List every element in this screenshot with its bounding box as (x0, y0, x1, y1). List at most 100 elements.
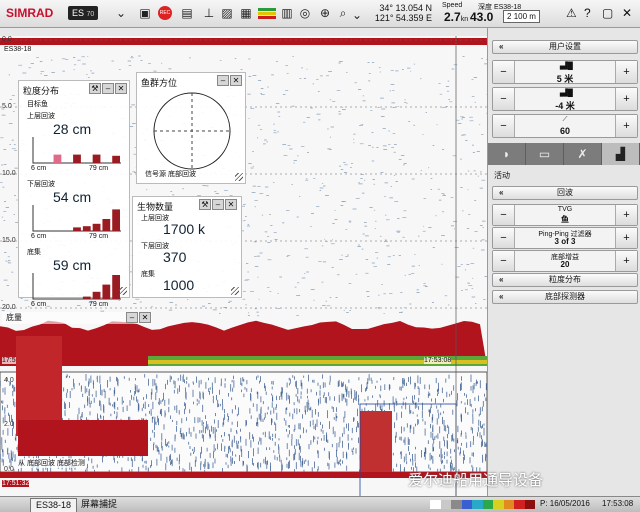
minus-button[interactable]: − (493, 205, 515, 225)
axis-min: 6 cm (31, 301, 47, 308)
bottom-volume-panel[interactable]: 底量 – ✕ (2, 312, 152, 324)
speed-readout: 2.7kn (444, 10, 468, 24)
settings-icon[interactable]: ⚒ (199, 199, 211, 210)
panel-title: 粒度分布 (23, 86, 60, 96)
ping-filter-stepper[interactable]: − Ping-Ping 过滤器 3 of 3 + (492, 227, 638, 249)
minimize-icon[interactable]: ▢ (602, 6, 613, 20)
stepper-value: 20 (560, 260, 570, 269)
resize-handle[interactable] (231, 287, 239, 295)
side-panel: «用户设置 − ▗▟█ 5 米 + − ▗▟█ -4 米 + − ⟋ 60 + … (487, 28, 640, 496)
range-box[interactable]: 2 100 m (503, 10, 540, 23)
user-settings-button[interactable]: « 用户设置 (492, 40, 638, 54)
help-icon[interactable]: ? (584, 6, 591, 20)
resize-handle[interactable] (235, 173, 243, 181)
model-name: ES (72, 8, 85, 18)
minus-button[interactable]: − (493, 251, 515, 271)
minus-button[interactable]: − (493, 228, 515, 248)
tab-screen-capture[interactable]: 屏幕捕捉 (76, 498, 122, 512)
tab-layout[interactable]: ▟ (602, 143, 640, 165)
model-badge: ES 70 (68, 6, 99, 20)
button-label: 底部探测器 (545, 292, 585, 301)
display-icon[interactable]: ▤ (178, 4, 196, 22)
warning-icon[interactable]: ⚠ (566, 6, 577, 20)
plus-button[interactable]: + (615, 251, 637, 271)
stepper-value: -4 米 (555, 101, 575, 111)
speed-unit: kn (460, 16, 469, 23)
stepper-title: TVG (557, 206, 573, 213)
tab-signal[interactable]: ◗ (488, 143, 526, 165)
tab-tools[interactable]: ✗ (564, 143, 602, 165)
record-label: REC (158, 6, 172, 20)
plus-button[interactable]: + (615, 88, 637, 110)
histogram-bar (82, 296, 91, 299)
resize-handle[interactable] (119, 287, 127, 295)
size-value: 28 cm (53, 121, 92, 137)
plus-button[interactable]: + (615, 115, 637, 137)
color-scale-bar (430, 500, 535, 509)
chevron-left-icon: « (499, 42, 504, 51)
biomass-panel[interactable]: 生物数量 ⚒ – ✕ 上层回波 1700 k 下层回波 370 底集 1000 (132, 196, 242, 298)
minimize-icon[interactable]: – (126, 312, 138, 323)
layer-label: 下层回波 (27, 181, 55, 188)
panel-buttons: ⚒ – ✕ (199, 199, 237, 210)
echo-button[interactable]: « 回波 (492, 186, 638, 200)
size-distribution-button[interactable]: « 粒度分布 (492, 273, 638, 287)
histogram-bar (53, 154, 62, 163)
stepper-value: 鱼 (561, 215, 569, 224)
depth-tick: 15.0 (2, 237, 16, 244)
model-number: 70 (86, 11, 95, 18)
tvg-stepper[interactable]: − TVG 鱼 + (492, 204, 638, 226)
minimize-icon[interactable]: – (212, 199, 224, 210)
offset-stepper[interactable]: − ▗▟█ -4 米 + (492, 87, 638, 111)
depth-stepper[interactable]: − ▗▟█ 5 米 + (492, 60, 638, 84)
channel-label: ES38-18 (4, 46, 32, 53)
minus-button[interactable]: − (493, 61, 515, 83)
close-icon[interactable]: ✕ (139, 312, 151, 323)
axis-max: 79 cm (89, 165, 109, 172)
grid-icon[interactable]: ▦ (237, 4, 255, 22)
minus-button[interactable]: − (493, 88, 515, 110)
layer-label: 上层回波 (27, 113, 55, 120)
chevron-down-icon[interactable]: ⌄ (112, 4, 130, 22)
bottom-detector-button[interactable]: « 底部探测器 (492, 290, 638, 304)
close-icon[interactable]: ✕ (225, 199, 237, 210)
latitude: 34° 13.054 (379, 3, 423, 13)
dial-icon[interactable]: ◎ (296, 4, 314, 22)
tab-channel[interactable]: ES38-18 (30, 498, 78, 512)
depth-number: 43.0 (470, 10, 494, 24)
zoom-icon[interactable]: ⊕ (316, 4, 334, 22)
record-button[interactable]: REC (156, 4, 174, 22)
tab-display[interactable]: ▭ (526, 143, 564, 165)
depth-tick: 0.0 (2, 36, 12, 43)
histogram-bar (82, 226, 91, 231)
time-label: 17:53:08 (424, 357, 452, 364)
time-label: 17:51:32 (2, 480, 30, 487)
size-histogram (32, 205, 121, 232)
app-window: SIMRAD ES 70 ⌄ ▣ REC ▤ ⊥ ▨ ▦ ▥ ◎ ⊕ ⌕ ⌄ 3… (0, 0, 640, 512)
bar-chart-icon[interactable]: ▥ (278, 4, 296, 22)
status-bar: ES38-18 屏幕捕捉 P: 16/05/2016 17:53:08 (0, 496, 640, 512)
close-icon[interactable]: ✕ (115, 83, 127, 94)
angle-stepper[interactable]: − ⟋ 60 + (492, 114, 638, 138)
plus-button[interactable]: + (615, 61, 637, 83)
school-position-panel[interactable]: 鱼群方位 – ✕ 信号源 底部回波 (136, 72, 246, 184)
stepper-value: 3 of 3 (554, 237, 576, 246)
camera-icon[interactable]: ▣ (136, 4, 154, 22)
plus-button[interactable]: + (615, 228, 637, 248)
bottom-gain-stepper[interactable]: − 底部增益 20 + (492, 250, 638, 272)
panel-title: 生物数量 (137, 202, 174, 212)
position-readout: 34° 13.054 N 121° 54.359 E (358, 3, 432, 23)
image-icon[interactable]: ▨ (218, 4, 236, 22)
minus-button[interactable]: − (493, 115, 515, 137)
button-label: 回波 (557, 188, 573, 197)
pin-icon[interactable]: ⊥ (200, 4, 218, 22)
close-icon[interactable]: ✕ (622, 6, 632, 20)
plus-button[interactable]: + (615, 205, 637, 225)
histogram-bar (112, 155, 120, 163)
lower-depth-tick: 4.0 (4, 377, 14, 384)
settings-icon[interactable]: ⚒ (89, 83, 101, 94)
minimize-icon[interactable]: – (102, 83, 114, 94)
color-scale-icon[interactable] (258, 8, 276, 20)
size-distribution-panel[interactable]: 粒度分布 ⚒ – ✕ 目标鱼 上层回波 28 cm 6 cm 79 cm 下层回波 5… (18, 80, 130, 308)
watermark: 爱尔迪船用通导设备 (408, 472, 544, 489)
